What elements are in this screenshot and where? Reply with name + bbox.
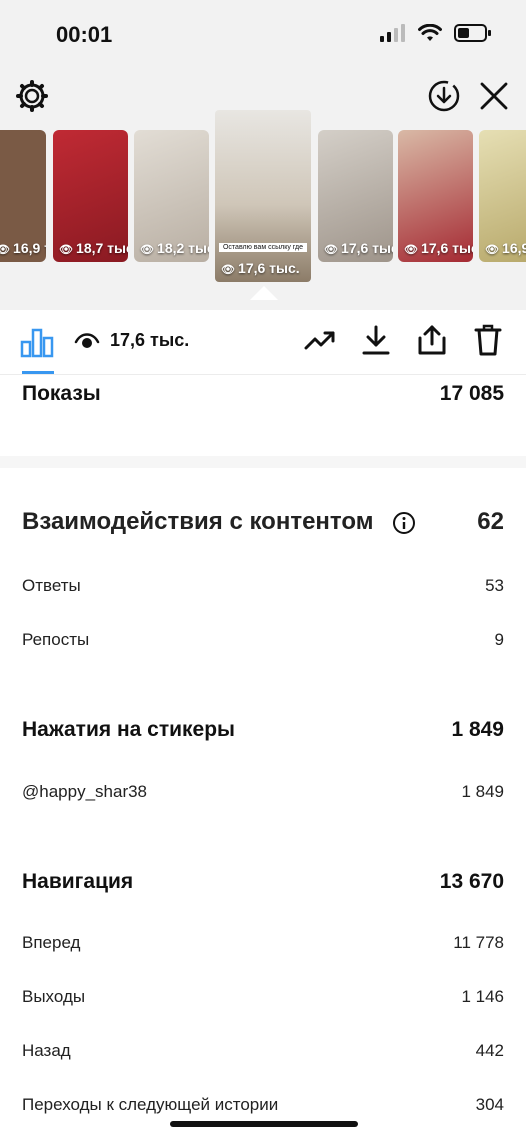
- close-icon[interactable]: [476, 78, 512, 114]
- views-count: 17,6 тыс.: [74, 330, 189, 351]
- wifi-icon: [418, 24, 442, 41]
- selected-caret: [250, 286, 278, 300]
- reposts-row: Репосты 9: [22, 630, 504, 650]
- download-icon[interactable]: [360, 324, 392, 356]
- impressions-value: 17 085: [439, 382, 504, 405]
- sticker-account-value: 1 849: [461, 782, 504, 801]
- story-thumbnails[interactable]: 16,9 тыс. 18,7 тыс. 18,2 тыс. Оставлю ва…: [0, 110, 526, 300]
- eye-icon: [74, 332, 100, 348]
- story-toolbar: 17,6 тыс.: [0, 310, 526, 375]
- home-indicator: [170, 1121, 358, 1127]
- info-icon[interactable]: [392, 511, 416, 535]
- replies-row: Ответы 53: [22, 576, 504, 596]
- sticker-account-row[interactable]: @happy_shar38 1 849: [22, 782, 504, 802]
- forward-label: Вперед: [22, 933, 81, 952]
- story-thumbnail[interactable]: 18,2 тыс.: [134, 130, 209, 262]
- sticker-taps-value: 1 849: [451, 718, 504, 741]
- sticker-taps-row: Нажатия на стикеры 1 849: [22, 718, 504, 742]
- thumbnail-views: 17,6 тыс.: [324, 240, 393, 256]
- interactions-row: Взаимодействия с контентом 62: [22, 508, 504, 536]
- bar-chart-icon[interactable]: [20, 324, 54, 363]
- battery-icon: [454, 24, 491, 42]
- impressions-row: Показы 17 085: [22, 382, 504, 406]
- exits-label: Выходы: [22, 987, 86, 1006]
- story-thumbnail[interactable]: 18,7 тыс.: [53, 130, 128, 262]
- reposts-label: Репосты: [22, 630, 90, 649]
- replies-value: 53: [485, 576, 504, 595]
- next-story-value: 304: [475, 1095, 504, 1114]
- back-label: Назад: [22, 1041, 71, 1060]
- story-thumbnail[interactable]: 17,6 тыс.: [318, 130, 393, 262]
- download-circle-icon[interactable]: [426, 78, 462, 114]
- sticker-account-label: @happy_shar38: [22, 782, 148, 801]
- thumbnail-views: 18,7 тыс.: [59, 240, 128, 256]
- thumbnail-views: 17,6 тыс.: [404, 240, 473, 256]
- active-tab-indicator: [22, 371, 54, 374]
- replies-label: Ответы: [22, 576, 81, 595]
- reposts-value: 9: [494, 630, 504, 649]
- impressions-label: Показы: [22, 382, 101, 405]
- exits-value: 1 146: [461, 987, 504, 1006]
- navigation-row: Навигация 13 670: [22, 870, 504, 894]
- story-thumbnail[interactable]: 16,9 тыс.: [479, 130, 526, 262]
- trend-icon[interactable]: [304, 324, 336, 356]
- sticker-taps-label: Нажатия на стикеры: [22, 718, 235, 741]
- story-header: 00:01 👁 16,9 👁 18,7 ты 👁 18,2 ты Оставлю…: [0, 0, 526, 310]
- status-icons: [380, 24, 492, 42]
- trash-icon[interactable]: [472, 324, 504, 356]
- exits-row: Выходы 1 146: [22, 987, 504, 1007]
- next-story-row: Переходы к следующей истории 304: [22, 1095, 504, 1115]
- thumbnail-views: 17,6 тыс.: [221, 260, 300, 276]
- interactions-value: 62: [477, 508, 504, 535]
- story-thumbnail[interactable]: 16,9 тыс.: [0, 130, 46, 262]
- thumbnail-views: 18,2 тыс.: [140, 240, 209, 256]
- navigation-label: Навигация: [22, 870, 134, 893]
- next-story-label: Переходы к следующей истории: [22, 1095, 279, 1114]
- story-caption: Оставлю вам ссылку где: [219, 243, 307, 252]
- thumbnail-views: 16,9 тыс.: [0, 240, 46, 256]
- story-thumbnail[interactable]: 17,6 тыс.: [398, 130, 473, 262]
- interactions-heading: Взаимодействия с контентом: [22, 508, 416, 536]
- toolbar-actions: [304, 324, 504, 356]
- settings-gear-icon[interactable]: [14, 78, 50, 114]
- story-thumbnail-selected[interactable]: Оставлю вам ссылку где 17,6 тыс.: [215, 110, 311, 282]
- back-value: 442: [475, 1041, 504, 1060]
- navigation-value: 13 670: [439, 870, 504, 893]
- signal-icon: [380, 24, 405, 42]
- share-icon[interactable]: [416, 324, 448, 356]
- views-count-label: 17,6 тыс.: [110, 330, 190, 350]
- back-row: Назад 442: [22, 1041, 504, 1061]
- forward-row: Вперед 11 778: [22, 933, 504, 953]
- section-divider: [0, 456, 526, 468]
- interactions-label: Взаимодействия с контентом: [22, 508, 374, 535]
- forward-value: 11 778: [453, 933, 504, 952]
- thumbnail-views: 16,9 тыс.: [485, 240, 526, 256]
- status-time: 00:01: [56, 22, 113, 47]
